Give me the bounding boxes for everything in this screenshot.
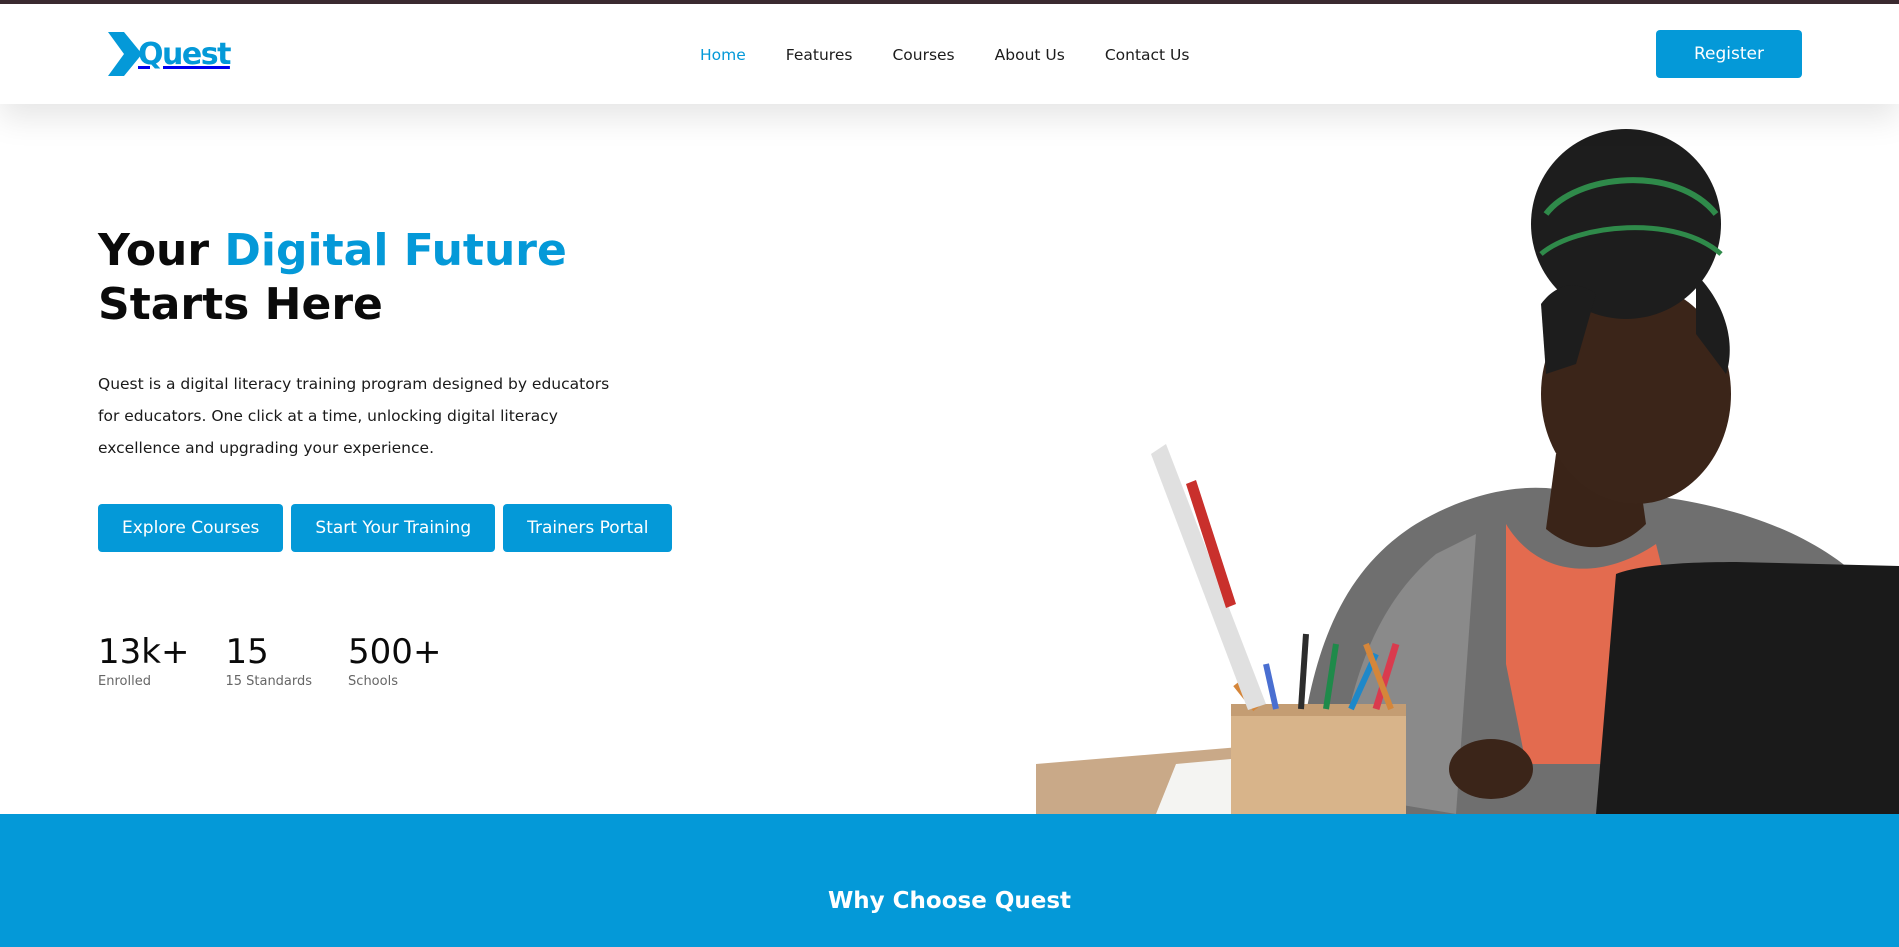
hero-title-accent: Digital Future — [224, 225, 567, 276]
stat-value: 13k+ — [98, 632, 190, 672]
why-choose-title: Why Choose Quest — [827, 888, 1072, 914]
stat-standards: 15 15 Standards — [225, 632, 312, 689]
site-header: Quest Home Features Courses About Us Con… — [0, 4, 1899, 104]
nav-home[interactable]: Home — [700, 46, 746, 64]
hero-photo-illustration — [1036, 104, 1899, 814]
hero-title-prefix: Your — [98, 225, 225, 276]
nav-about-us[interactable]: About Us — [995, 46, 1065, 64]
stats-row: 13k+ Enrolled 15 15 Standards 500+ Schoo… — [98, 632, 441, 689]
logo-text: Quest — [138, 36, 231, 72]
stat-label: Schools — [348, 674, 398, 689]
nav-courses[interactable]: Courses — [892, 46, 954, 64]
stat-label: Enrolled — [98, 674, 151, 689]
stat-value: 500+ — [348, 632, 442, 672]
hero-description: Quest is a digital literacy training pro… — [98, 375, 610, 457]
logo[interactable]: Quest — [108, 32, 231, 76]
hero-title: Your Digital Future Starts Here — [98, 224, 567, 332]
nav-features[interactable]: Features — [786, 46, 853, 64]
hero-title-line2: Starts Here — [98, 279, 383, 330]
register-button[interactable]: Register — [1656, 30, 1802, 78]
hero-photo-educator — [1036, 104, 1899, 814]
start-training-button[interactable]: Start Your Training — [291, 504, 496, 552]
stat-enrolled: 13k+ Enrolled — [98, 632, 189, 689]
stat-schools: 500+ Schools — [348, 632, 441, 689]
trainers-portal-button[interactable]: Trainers Portal — [503, 504, 673, 552]
stat-value: 15 — [225, 632, 269, 672]
explore-courses-button[interactable]: Explore Courses — [98, 504, 284, 552]
nav-contact-us[interactable]: Contact Us — [1105, 46, 1190, 64]
stat-label: 15 Standards — [225, 674, 313, 689]
hero-buttons: Explore Courses Start Your Training Trai… — [98, 504, 673, 552]
why-choose-section: Why Choose Quest — [0, 814, 1899, 947]
main-nav: Home Features Courses About Us Contact U… — [700, 46, 1189, 64]
